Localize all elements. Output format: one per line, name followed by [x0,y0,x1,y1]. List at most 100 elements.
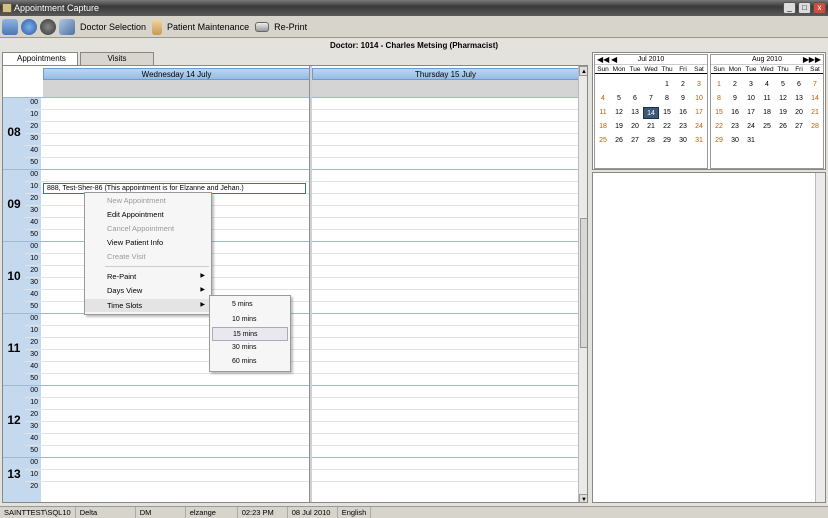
calendar-day[interactable]: 29 [711,135,727,147]
calendar-day[interactable]: 11 [595,107,611,119]
calendar-day[interactable]: 19 [611,121,627,133]
menu-item-repaint[interactable]: Re-Paint ▶ [85,270,211,283]
slot-10-mins[interactable]: 10 mins [212,313,288,327]
scroll-down-icon[interactable]: ▼ [579,494,587,502]
calendar-day[interactable]: 13 [791,93,807,105]
day-grid: 1 2 3 4 5 6 7 8 9 10 11 12 13 14 15 16 17 18 19 20 21 22 23 24 2… [711,79,823,147]
menu-item-days-view[interactable]: Days View ▶ [85,284,211,297]
next-year-icon[interactable]: ▶▶ [809,55,821,65]
calendar-day[interactable]: 25 [595,135,611,147]
calendar-day[interactable]: 6 [627,93,643,105]
close-button[interactable]: x [813,2,826,14]
doctor-selection-button[interactable]: Doctor Selection [80,22,146,32]
pen-icon[interactable] [59,18,75,35]
calendar-scrollbar[interactable]: ▲ ▼ [578,66,587,502]
maximize-button[interactable]: □ [798,2,811,14]
tab-visits[interactable]: Visits [80,52,154,65]
calendar-day[interactable]: 8 [659,93,675,105]
calendar-day[interactable]: 14 [643,107,659,119]
calendar-day[interactable]: 27 [791,121,807,133]
calendar-day[interactable]: 6 [791,79,807,91]
refresh-icon[interactable] [21,18,37,35]
side-panel-scrollbar[interactable] [815,173,825,502]
calendar-day[interactable]: 30 [727,135,743,147]
slot-5-mins[interactable]: 5 mins [212,298,288,312]
slot-30-mins[interactable]: 30 mins [212,341,288,355]
calendar-day[interactable]: 27 [627,135,643,147]
calendar-day[interactable]: 19 [775,107,791,119]
calendar-day[interactable]: 31 [743,135,759,147]
calendar-day[interactable]: 10 [691,93,707,105]
patient-icon[interactable] [152,18,163,35]
calendar-day[interactable]: 31 [691,135,707,147]
calendar-day[interactable]: 29 [659,135,675,147]
calendar-day[interactable]: 11 [759,93,775,105]
calendar-day[interactable]: 20 [627,121,643,133]
calendar-day[interactable]: 4 [759,79,775,91]
calendar-day[interactable]: 1 [711,79,727,91]
menu-item-edit-appointment[interactable]: Edit Appointment [85,208,211,221]
calendar-day[interactable]: 13 [627,107,643,119]
calendar-day[interactable]: 2 [727,79,743,91]
menu-item-new-appointment[interactable]: New Appointment [85,194,211,207]
calendar-day[interactable]: 30 [675,135,691,147]
patient-maintenance-button[interactable]: Patient Maintenance [167,22,249,32]
calendar-day[interactable]: 10 [743,93,759,105]
screens-icon[interactable] [2,18,18,35]
slot-15-mins[interactable]: 15 mins [212,327,288,341]
printer-icon[interactable] [255,21,270,32]
scroll-up-icon[interactable]: ▲ [579,66,587,76]
calendar-day[interactable]: 5 [611,93,627,105]
calendar-day[interactable]: 28 [643,135,659,147]
prev-month-icon[interactable]: ◀ [611,55,617,65]
calendar-day[interactable]: 17 [691,107,707,119]
menu-item-cancel-appointment[interactable]: Cancel Appointment [85,222,211,235]
calendar-day[interactable]: 1 [659,79,675,91]
calendar-day[interactable]: 17 [743,107,759,119]
calendar-day[interactable]: 23 [727,121,743,133]
calendar-day[interactable]: 22 [711,121,727,133]
calendar-day[interactable]: 7 [643,93,659,105]
slot-60-mins[interactable]: 60 mins [212,355,288,369]
calendar-day[interactable]: 16 [675,107,691,119]
day-header-thursday[interactable]: Thursday 15 July [312,68,579,80]
calendar-day[interactable]: 24 [743,121,759,133]
calendar-day[interactable]: 4 [595,93,611,105]
calendar-day[interactable]: 2 [675,79,691,91]
minimize-button[interactable]: _ [783,2,796,14]
scroll-thumb[interactable] [580,218,587,348]
day-header-wednesday[interactable]: Wednesday 14 July [43,68,310,80]
calendar-day[interactable]: 26 [611,135,627,147]
calendar-day[interactable]: 21 [807,107,823,119]
calendar-day[interactable]: 3 [743,79,759,91]
calendar-day[interactable]: 3 [691,79,707,91]
calendar-day[interactable]: 5 [775,79,791,91]
calendar-day[interactable]: 25 [759,121,775,133]
calendar-day[interactable]: 20 [791,107,807,119]
menu-item-view-patient-info[interactable]: View Patient Info [85,236,211,249]
reprint-button[interactable]: Re-Print [274,22,307,32]
calendar-day[interactable]: 8 [711,93,727,105]
calendar-day[interactable]: 23 [675,121,691,133]
calendar-day[interactable]: 16 [727,107,743,119]
calendar-day[interactable]: 22 [659,121,675,133]
tab-appointments[interactable]: Appointments [2,52,78,65]
calendar-day[interactable]: 15 [711,107,727,119]
calendar-day[interactable]: 7 [807,79,823,91]
menu-item-time-slots[interactable]: Time Slots ▶ [85,299,211,312]
calendar-day[interactable]: 9 [727,93,743,105]
calendar-day[interactable]: 18 [759,107,775,119]
calendar-day[interactable]: 18 [595,121,611,133]
menu-item-create-visit[interactable]: Create Visit [85,250,211,263]
calendar-day[interactable]: 21 [643,121,659,133]
calendar-day[interactable]: 15 [659,107,675,119]
calendar-day[interactable]: 24 [691,121,707,133]
calendar-day[interactable]: 12 [775,93,791,105]
stop-icon[interactable] [40,18,56,35]
calendar-day[interactable]: 28 [807,121,823,133]
calendar-day[interactable]: 9 [675,93,691,105]
prev-year-icon[interactable]: ◀◀ [597,55,609,65]
calendar-day[interactable]: 14 [807,93,823,105]
calendar-day[interactable]: 12 [611,107,627,119]
calendar-day[interactable]: 26 [775,121,791,133]
